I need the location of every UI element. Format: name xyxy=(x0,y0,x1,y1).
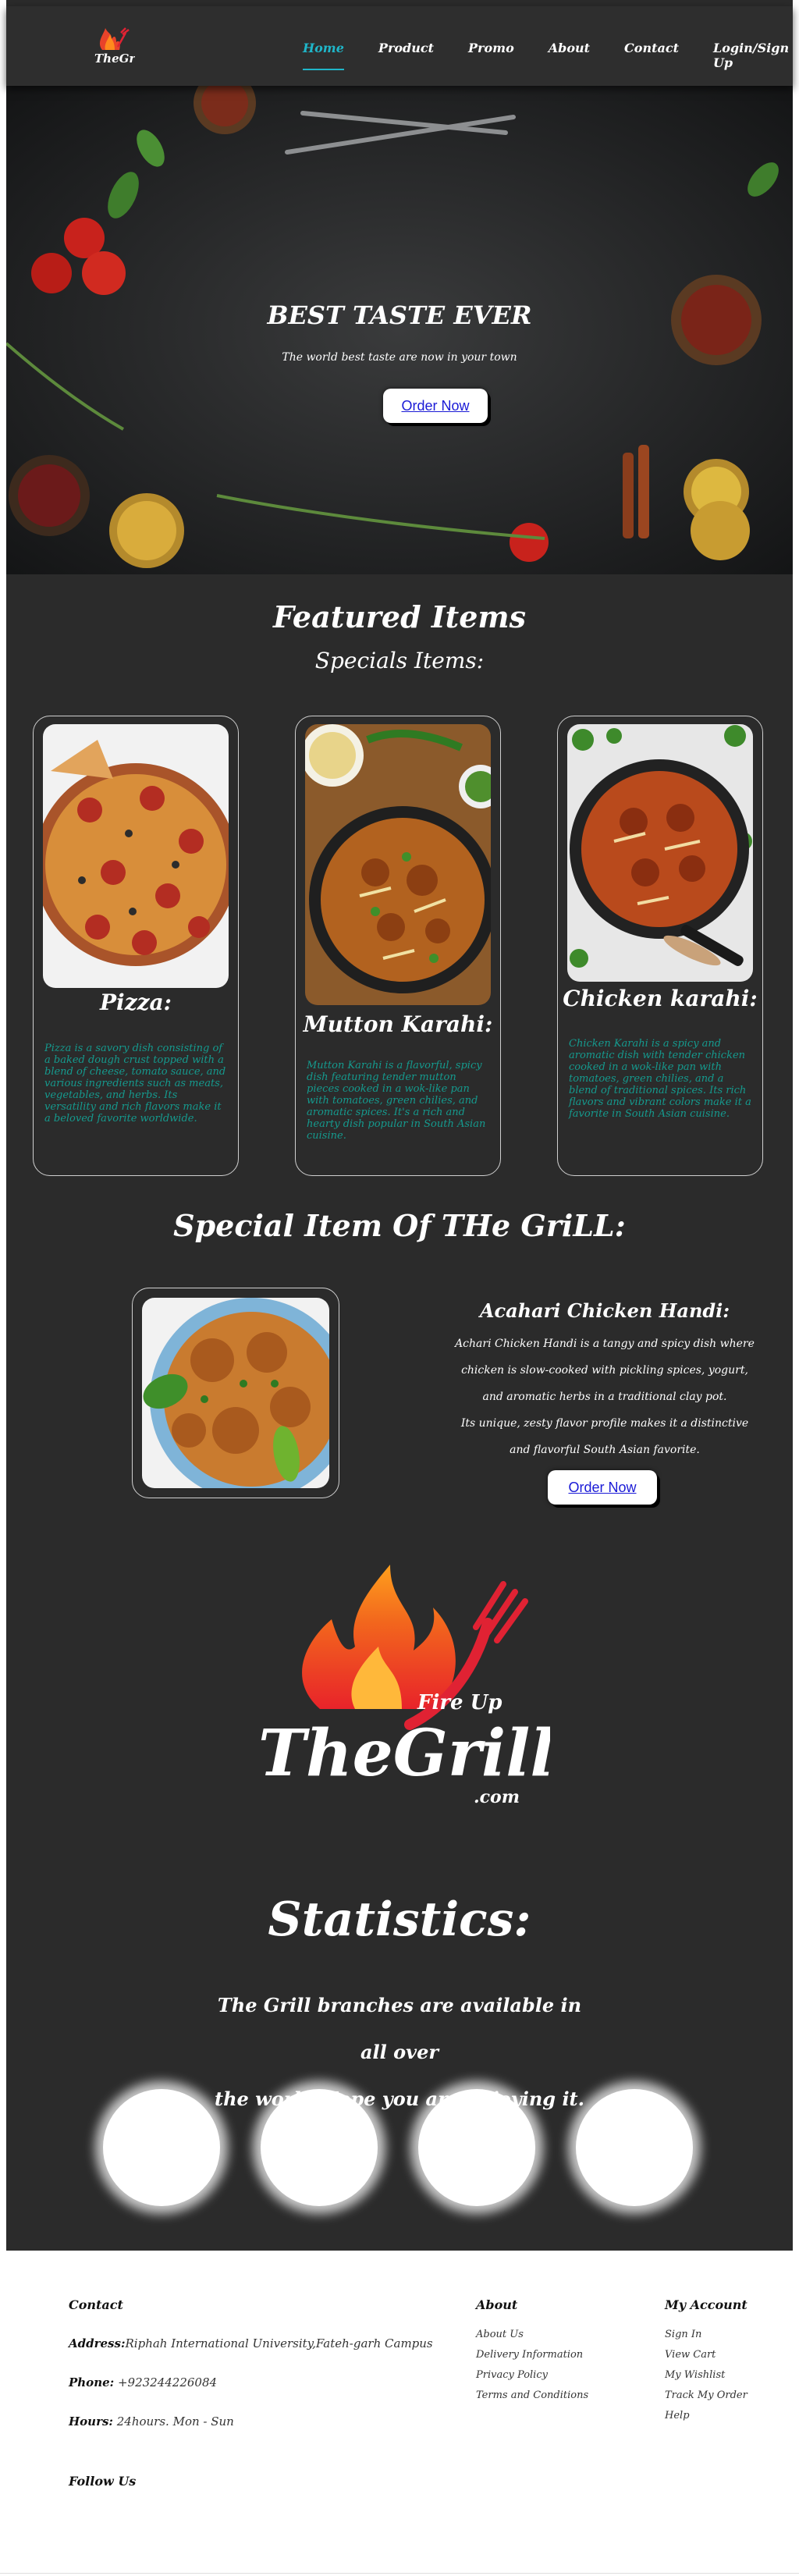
special-item-card[interactable] xyxy=(132,1288,339,1498)
footer-about-heading: About xyxy=(476,2297,518,2312)
featured-card-mutton-karahi[interactable]: Mutton Karahi: Mutton Karahi is a flavor… xyxy=(295,716,501,1176)
footer-link-privacy-policy[interactable]: Privacy Policy xyxy=(476,2369,548,2381)
achari-chicken-handi-image xyxy=(142,1298,329,1488)
mutton-karahi-description: Mutton Karahi is a flavorful, spicy dish… xyxy=(307,1060,486,1142)
special-item-title: Special Item Of THe GriLL: xyxy=(173,1208,626,1243)
hero-subtitle: The world best taste are now in your tow… xyxy=(282,351,517,364)
footer-link-track-order[interactable]: Track My Order xyxy=(665,2389,748,2401)
nav-home[interactable]: Home xyxy=(303,41,344,70)
nav-login-signup[interactable]: Login/Sign Up xyxy=(713,41,789,70)
footer-link-view-cart[interactable]: View Cart xyxy=(665,2349,716,2361)
featured-card-chicken-karahi[interactable]: Chicken karahi: Chicken Karahi is a spic… xyxy=(557,716,763,1176)
featured-card-pizza[interactable]: Pizza: Pizza is a savory dish consisting… xyxy=(33,716,239,1176)
nav-about[interactable]: About xyxy=(549,41,590,70)
main-nav: Home Product Promo About Contact Login/S… xyxy=(303,41,799,70)
footer-phone-label: Phone: xyxy=(69,2375,115,2389)
nav-contact[interactable]: Contact xyxy=(624,41,679,70)
brand-logo-suffix: .com xyxy=(474,1787,520,1807)
footer-contact-heading: Contact xyxy=(69,2297,123,2312)
chicken-karahi-description: Chicken Karahi is a spicy and aromatic d… xyxy=(569,1038,751,1120)
stat-circle xyxy=(261,2089,378,2206)
svg-text:TheGrill: TheGrill xyxy=(94,52,135,66)
footer: Contact Address:Riphah International Uni… xyxy=(0,2251,799,2576)
pizza-name: Pizza: xyxy=(100,990,172,1015)
specials-subtitle: Specials Items: xyxy=(314,648,485,673)
footer-phone-value: +923244226084 xyxy=(114,2375,218,2389)
footer-follow-us: Follow Us xyxy=(69,2474,137,2489)
pizza-description: Pizza is a savory dish consisting of a b… xyxy=(44,1043,226,1125)
chicken-karahi-name: Chicken karahi: xyxy=(563,986,758,1011)
special-item-description: Achari Chicken Handi is a tangy and spic… xyxy=(417,1331,792,1463)
brand-logo-fireup: Fire Up xyxy=(417,1691,502,1714)
hero-banner: BEST TASTE EVER The world best taste are… xyxy=(6,86,793,574)
brand-logo: Fire Up TheGrill .com xyxy=(258,1565,550,1807)
special-item-name: Acahari Chicken Handi: xyxy=(479,1299,730,1322)
special-desc-line: chicken is slow-cooked with pickling spi… xyxy=(461,1364,748,1377)
nav-promo[interactable]: Promo xyxy=(468,41,514,70)
footer-address-label: Address: xyxy=(69,2336,126,2350)
footer-address-value: Riphah International University,Fateh-ga… xyxy=(125,2336,433,2350)
statistics-text: The Grill branches are available in all … xyxy=(204,1982,595,2123)
statistics-title: Statistics: xyxy=(268,1892,531,1947)
site-logo[interactable]: TheGrill xyxy=(88,27,135,69)
special-desc-line: Achari Chicken Handi is a tangy and spic… xyxy=(455,1338,755,1350)
footer-link-terms[interactable]: Terms and Conditions xyxy=(476,2389,588,2401)
pizza-photo xyxy=(43,724,229,988)
special-desc-line: Its unique, zesty flavor profile makes i… xyxy=(460,1417,749,1430)
stat-circle xyxy=(576,2089,693,2206)
stat-circle xyxy=(418,2089,535,2206)
nav-product[interactable]: Product xyxy=(378,41,434,70)
chicken-karahi-image xyxy=(567,724,753,982)
statistics-line: the world.Hope you are enjoying it. xyxy=(214,2087,584,2110)
footer-link-help[interactable]: Help xyxy=(665,2410,690,2421)
pizza-image xyxy=(43,724,229,988)
brand-logo-name: TheGrill xyxy=(258,1716,550,1791)
featured-title: Featured Items xyxy=(273,599,526,634)
footer-phone: Phone: +923244226084 xyxy=(69,2375,217,2389)
footer-address: Address:Riphah International University,… xyxy=(69,2336,433,2350)
mutton-karahi-name: Mutton Karahi: xyxy=(303,1011,493,1037)
special-desc-line: and flavorful South Asian favorite. xyxy=(510,1444,700,1456)
footer-link-wishlist[interactable]: My Wishlist xyxy=(665,2369,725,2381)
footer-link-about-us[interactable]: About Us xyxy=(476,2329,524,2340)
special-desc-line: and aromatic herbs in a traditional clay… xyxy=(482,1391,727,1403)
stat-circle xyxy=(103,2089,220,2206)
top-navbar: TheGrill Home Product Promo About Contac… xyxy=(6,6,793,86)
mutton-karahi-photo xyxy=(305,724,491,1005)
chicken-karahi-photo xyxy=(567,724,753,982)
hero-background-image xyxy=(6,86,793,574)
statistics-line: The Grill branches are available in all … xyxy=(217,1994,582,2063)
hero-title: BEST TASTE EVER xyxy=(267,300,532,330)
footer-bottom-divider xyxy=(0,2573,799,2574)
footer-hours-label: Hours: xyxy=(69,2414,113,2429)
footer-link-sign-in[interactable]: Sign In xyxy=(665,2329,701,2340)
footer-hours: Hours: 24hours. Mon - Sun xyxy=(69,2414,234,2429)
footer-link-delivery-info[interactable]: Delivery Information xyxy=(476,2349,583,2361)
hero-order-now-button[interactable]: Order Now xyxy=(383,389,488,423)
achari-chicken-handi-photo xyxy=(142,1298,329,1488)
special-order-now-button[interactable]: Order Now xyxy=(548,1470,657,1505)
mutton-karahi-image xyxy=(305,724,491,1005)
footer-account-heading: My Account xyxy=(665,2297,748,2312)
footer-hours-value: 24hours. Mon - Sun xyxy=(112,2414,234,2429)
